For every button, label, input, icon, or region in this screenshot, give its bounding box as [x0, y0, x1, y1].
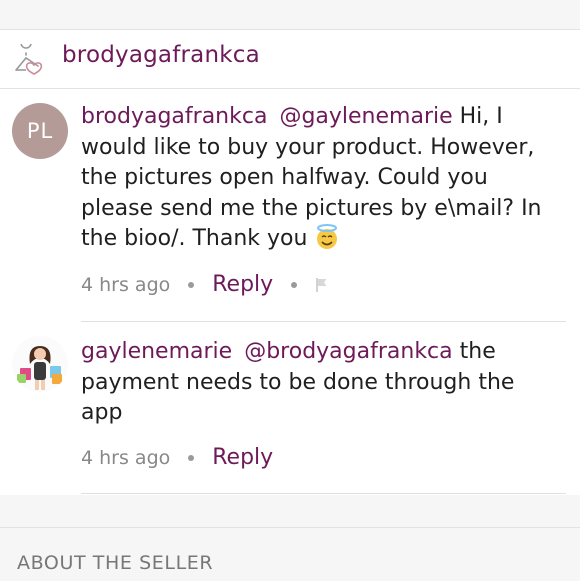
comment-mention[interactable]: @brodyagafrankca [244, 339, 452, 364]
about-seller-section: ABOUT THE SELLER [0, 527, 580, 581]
comment-item: PL brodyagafrankca @gaylenemarie Hi, I wo… [0, 89, 580, 322]
comment-time: 4 hrs ago [81, 446, 171, 469]
comment-meta: 4 hrs ago Reply [81, 445, 273, 470]
closet-header[interactable]: brodyagafrankca [0, 30, 580, 89]
closet-heart-icon [15, 44, 43, 75]
section-heading: ABOUT THE SELLER [17, 552, 214, 574]
comment-item: gaylenemarie @brodyagafrankca the payment… [0, 322, 580, 494]
reply-button[interactable]: Reply [212, 272, 273, 297]
comment-divider [81, 493, 566, 494]
reply-button[interactable]: Reply [212, 445, 273, 470]
comment-mention[interactable]: @gaylenemarie [279, 104, 452, 129]
comment-time: 4 hrs ago [81, 273, 171, 296]
shopper-avatar[interactable] [12, 336, 68, 392]
separator-dot [291, 281, 298, 288]
separator-dot [188, 454, 195, 461]
smiling-face-with-halo-icon [317, 224, 338, 249]
comment-author[interactable]: gaylenemarie [81, 339, 232, 364]
shopper-avatar-icon [12, 336, 68, 392]
separator-dot [188, 281, 195, 288]
flag-icon[interactable] [315, 277, 329, 293]
comments-list: PL brodyagafrankca @gaylenemarie Hi, I wo… [0, 89, 580, 495]
comment-meta: 4 hrs ago Reply [81, 272, 329, 297]
comment-author[interactable]: brodyagafrankca [81, 104, 267, 129]
closet-username[interactable]: brodyagafrankca [62, 42, 260, 68]
top-strip [0, 0, 580, 30]
comment-body: gaylenemarie @brodyagafrankca the payment… [81, 337, 560, 429]
comment-body: brodyagafrankca @gaylenemarie Hi, I would… [81, 102, 560, 255]
avatar[interactable]: PL [12, 103, 68, 159]
